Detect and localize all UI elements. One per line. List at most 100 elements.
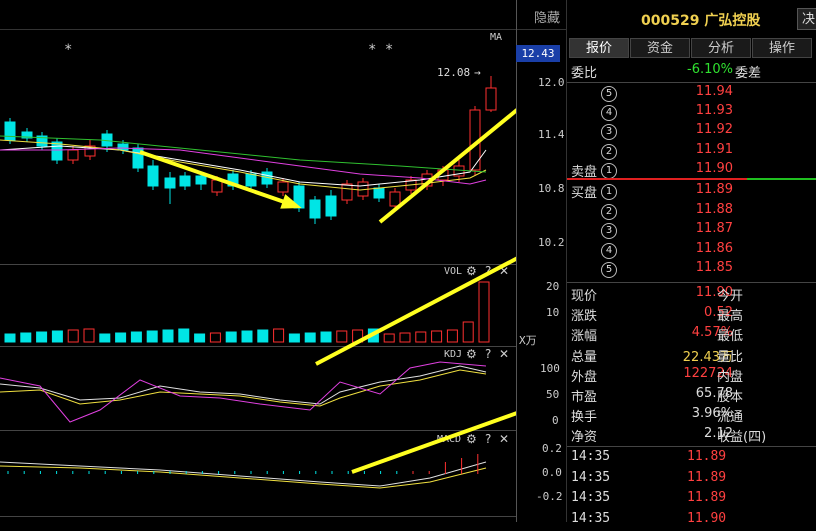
volume-bar: [36, 331, 48, 343]
level-number: 1: [601, 162, 617, 179]
tick-row: 14:35 11.90: [567, 511, 816, 531]
stock-title-row: 000529 广弘控股 决: [567, 0, 816, 36]
volume-bar: [83, 328, 95, 343]
bid-level-3[interactable]: 3 11.87: [567, 221, 816, 241]
candle-body: [51, 141, 63, 161]
ask-level-4[interactable]: 4 11.93: [567, 103, 816, 123]
candle-body: [179, 175, 191, 187]
wei-bi-row: 委比 -6.10% 委差: [567, 62, 816, 82]
volume-bar: [146, 330, 158, 343]
candle-body: [373, 187, 385, 199]
stat-label: 净资: [571, 430, 598, 446]
volume-bar: [336, 330, 348, 343]
decide-button[interactable]: 决: [797, 8, 816, 30]
volume-bar: [383, 333, 395, 343]
volume-bar: [273, 328, 285, 343]
candle-body: [147, 165, 159, 187]
tick-price: 11.89: [687, 469, 727, 485]
ask-level-2[interactable]: 2 11.91: [567, 142, 816, 162]
level-number: 2: [601, 143, 617, 160]
stat-row: 现价 11.90 今开: [567, 285, 816, 305]
tick-time: 14:35: [571, 490, 611, 505]
ask-level-3[interactable]: 3 11.92: [567, 122, 816, 142]
kdj-axis-tick: 0: [552, 414, 559, 427]
side-label: 买盘: [571, 186, 598, 201]
tab-quote[interactable]: 报价: [569, 38, 629, 58]
volume-bar: [225, 331, 237, 343]
arrow-low: [351, 411, 516, 474]
level-price: 11.89: [695, 182, 733, 197]
tick-row: 14:35 11.89: [567, 449, 816, 469]
level-number: 5: [601, 86, 617, 102]
volume-bar: [478, 281, 490, 343]
volume-bar: [288, 333, 300, 343]
level-price: 11.90: [695, 160, 733, 176]
tick-price: 11.89: [687, 490, 727, 505]
tick-row: 14:35 11.89: [567, 490, 816, 510]
volume-bar: [431, 330, 443, 343]
tick-time: 14:35: [571, 449, 611, 464]
volume-bar: [304, 332, 316, 343]
stat-label-2: 内盘: [717, 369, 744, 385]
kline-chart-area[interactable]: 隐藏 MA 12.43 12.0 11.4 10.8 10.2 12.08 → …: [0, 0, 566, 522]
kdj-d-line: [0, 369, 487, 407]
level-price: 11.86: [695, 240, 733, 256]
volume-bar: [130, 331, 142, 343]
level-price: 11.94: [695, 84, 733, 99]
volume-bar: [115, 332, 127, 343]
stat-label-2: 量比: [717, 349, 744, 365]
level-number: 5: [601, 262, 617, 278]
level-price: 11.88: [695, 201, 733, 217]
stat-row: 总量 22.43万 量比: [567, 346, 816, 366]
stat-label: 市盈: [571, 390, 598, 405]
stat-label: 外盘: [571, 369, 598, 385]
tab-funds[interactable]: 资金: [630, 38, 690, 58]
level-price: 11.87: [695, 221, 733, 236]
chart-drawing: [0, 76, 516, 489]
tab-operate[interactable]: 操作: [752, 38, 812, 58]
tick-price: 11.90: [687, 510, 727, 526]
level-price: 11.91: [695, 141, 733, 157]
macd-axis-tick: 0.0: [542, 466, 562, 479]
volume-bar: [241, 330, 253, 343]
level-number: 3: [601, 124, 617, 141]
volume-bar: [4, 333, 16, 343]
bid-level-5[interactable]: 5 11.85: [567, 260, 816, 280]
volume-bar: [67, 329, 79, 343]
volume-bar: [194, 333, 206, 343]
level-number: 2: [601, 203, 617, 220]
vol-unit-label: X万: [519, 334, 537, 347]
bid-level-1[interactable]: 买盘 1 11.89: [567, 182, 816, 202]
tab-analysis[interactable]: 分析: [691, 38, 751, 58]
volume-bar: [162, 329, 174, 343]
bid-ask-divider-red: [567, 178, 747, 180]
wei-bi-value: -6.10%: [687, 62, 733, 77]
stat-row: 市盈 65.78 股本: [567, 386, 816, 406]
stat-label: 现价: [571, 289, 598, 304]
ask-level-5[interactable]: 5 11.94: [567, 84, 816, 104]
wei-cha-label: 委差: [735, 66, 762, 81]
stat-label: 总量: [571, 349, 598, 365]
wei-bi-label: 委比: [571, 66, 598, 81]
volume-bar: [257, 329, 269, 343]
stat-label-2: 最低: [717, 329, 744, 345]
stock-name: 广弘控股: [704, 13, 761, 29]
divider: [567, 446, 816, 447]
volume-bar: [51, 330, 63, 343]
kdj-j-line: [0, 361, 487, 423]
divider: [567, 282, 816, 283]
stat-row: 涨幅 4.57% 最低: [567, 325, 816, 345]
quote-panel: 000529 广弘控股 决 报价 资金 分析 操作 委比 -6.10% 委差 5…: [566, 0, 816, 526]
price-axis-tick: 10.8: [538, 182, 565, 195]
stat-label: 换手: [571, 410, 598, 426]
candle-body: [117, 143, 129, 151]
y-axis-line: [516, 0, 517, 522]
stock-code: 000529 广弘控股: [641, 13, 761, 29]
stat-label-2: 最高: [717, 309, 744, 325]
divider: [567, 82, 816, 83]
candle-body: [195, 175, 207, 185]
bid-level-2[interactable]: 2 11.88: [567, 202, 816, 222]
level-price: 11.92: [695, 122, 733, 138]
hide-button[interactable]: 隐藏: [534, 7, 560, 26]
bid-level-4[interactable]: 4 11.86: [567, 241, 816, 261]
